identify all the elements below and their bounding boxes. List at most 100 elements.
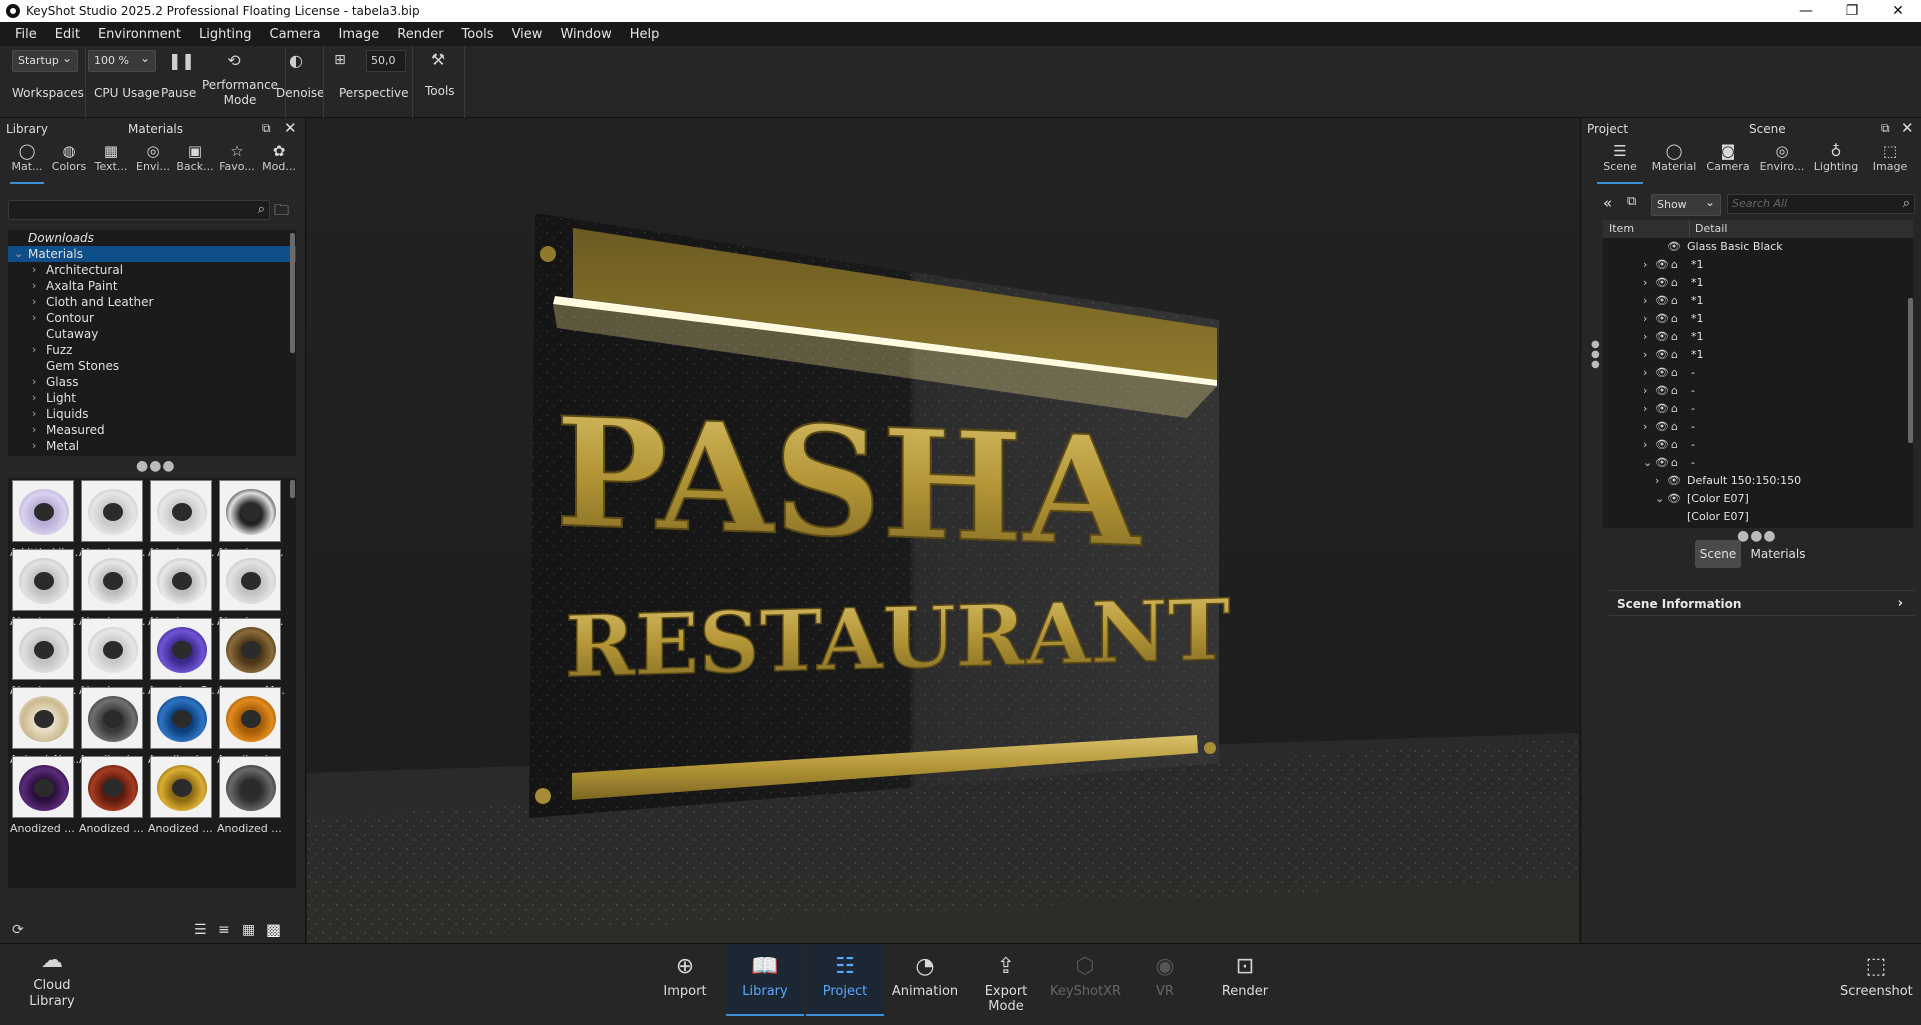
visibility-eye-icon[interactable]: 👁	[1655, 418, 1669, 436]
chevron-right-icon[interactable]: ›	[1643, 292, 1647, 310]
lock-icon[interactable]: ⌂	[1671, 328, 1678, 346]
maximize-icon[interactable]: ❐	[1829, 0, 1875, 22]
perspective-icon[interactable]: ⊞	[330, 50, 350, 70]
fov-input[interactable]: 50,0	[366, 50, 406, 72]
visibility-eye-icon[interactable]: 👁	[1655, 346, 1669, 364]
materials-toggle-button[interactable]: Materials	[1745, 540, 1811, 568]
render-button[interactable]: ⊡ Render	[1216, 944, 1274, 1016]
chevron-right-icon[interactable]: ›	[32, 278, 36, 294]
chevron-right-icon[interactable]: ›	[32, 374, 36, 390]
tools-icon[interactable]: ⚒	[428, 50, 448, 70]
panel-resize-handle[interactable]: ● ● ●	[1591, 340, 1600, 370]
visibility-eye-icon[interactable]: 👁	[1667, 490, 1681, 508]
chevron-right-icon[interactable]: ›	[32, 406, 36, 422]
cpu-usage-select[interactable]: 100 %	[88, 50, 156, 72]
chevron-right-icon[interactable]: ›	[32, 294, 36, 310]
scene-toggle-button[interactable]: Scene	[1695, 540, 1741, 568]
project-toggle-button[interactable]: ☷ Project	[806, 944, 884, 1016]
tab-backplates[interactable]: ▣ Back...	[174, 142, 216, 180]
scene-tree-row[interactable]: ⌄ 👁 ⌂ -	[1603, 454, 1913, 472]
library-tree-item[interactable]: › Contour	[8, 310, 296, 326]
menu-file[interactable]: File	[6, 27, 46, 42]
close-panel-icon[interactable]: ✕	[1901, 119, 1914, 137]
menu-view[interactable]: View	[503, 27, 552, 42]
import-button[interactable]: ⊕ Import	[654, 944, 716, 1016]
chevron-right-icon[interactable]: ›	[1643, 364, 1647, 382]
render-viewport[interactable]: PASHA RESTAURANT	[307, 118, 1579, 943]
chevron-down-icon[interactable]: ⌄	[1643, 454, 1652, 472]
column-item[interactable]: Item	[1609, 220, 1634, 238]
menu-lighting[interactable]: Lighting	[190, 27, 261, 42]
material-thumbnail[interactable]: Anodized ...	[77, 756, 147, 838]
scene-tree-row[interactable]: › 👁 ⌂ *1	[1603, 346, 1913, 364]
menu-help[interactable]: Help	[621, 27, 669, 42]
lock-icon[interactable]: ⌂	[1671, 382, 1678, 400]
lock-icon[interactable]: ⌂	[1671, 292, 1678, 310]
performance-mode-icon[interactable]: ⟲	[224, 51, 244, 71]
library-tree-item[interactable]: Cutaway	[8, 326, 296, 342]
lock-icon[interactable]: ⌂	[1671, 418, 1678, 436]
close-panel-icon[interactable]: ✕	[284, 119, 297, 137]
tab-environment[interactable]: ◎ Enviro...	[1755, 142, 1809, 180]
visibility-eye-icon[interactable]: 👁	[1655, 436, 1669, 454]
screenshot-button[interactable]: ⬚ Screenshot	[1840, 944, 1913, 1016]
keyshotxr-button[interactable]: ⬡ KeyShotXR	[1050, 944, 1121, 1016]
tab-environments[interactable]: ◎ Envi...	[132, 142, 174, 180]
collapse-all-icon[interactable]: «	[1603, 194, 1612, 212]
lock-icon[interactable]: ⌂	[1671, 436, 1678, 454]
visibility-eye-icon[interactable]: 👁	[1655, 454, 1669, 472]
tab-camera[interactable]: ◙ Camera	[1701, 142, 1755, 180]
scene-tree-scrollbar[interactable]	[1908, 298, 1913, 443]
grid-scrollbar[interactable]	[290, 480, 295, 498]
library-search-input[interactable]: ⌕	[8, 200, 270, 220]
menu-environment[interactable]: Environment	[89, 27, 190, 42]
chevron-right-icon[interactable]: ›	[1643, 256, 1647, 274]
folder-search-icon[interactable]: 🗀	[274, 200, 289, 225]
scene-tree-row[interactable]: › 👁 ⌂ -	[1603, 400, 1913, 418]
library-tree-item[interactable]: › Fuzz	[8, 342, 296, 358]
menu-camera[interactable]: Camera	[261, 27, 330, 42]
menu-tools[interactable]: Tools	[453, 27, 503, 42]
library-tree-item[interactable]: › Architectural	[8, 262, 296, 278]
scene-tree-row[interactable]: › 👁 ⌂ *1	[1603, 310, 1913, 328]
lock-icon[interactable]: ⌂	[1671, 400, 1678, 418]
library-toggle-button[interactable]: 📖 Library	[726, 944, 804, 1016]
visibility-eye-icon[interactable]: 👁	[1667, 238, 1681, 256]
menu-window[interactable]: Window	[551, 27, 620, 42]
chevron-right-icon[interactable]: ›	[32, 422, 36, 438]
vr-button[interactable]: ◉ VR	[1140, 944, 1190, 1016]
lock-icon[interactable]: ⌂	[1671, 310, 1678, 328]
undock-icon[interactable]: ⧉	[262, 121, 271, 136]
library-tree-item[interactable]: Gem Stones	[8, 358, 296, 374]
library-tree-item[interactable]: › Axalta Paint	[8, 278, 296, 294]
material-thumbnail[interactable]: Anodized ...	[8, 756, 78, 838]
grid-large-icon[interactable]: ▩	[266, 920, 281, 939]
export-mode-button[interactable]: ⇪ Export Mode	[966, 944, 1046, 1016]
menu-edit[interactable]: Edit	[46, 27, 89, 42]
library-tree-item[interactable]: › Light	[8, 390, 296, 406]
chevron-right-icon[interactable]: ›	[1643, 400, 1647, 418]
tree-scrollbar[interactable]	[290, 233, 295, 353]
lock-icon[interactable]: ⌂	[1671, 346, 1678, 364]
visibility-eye-icon[interactable]: 👁	[1655, 382, 1669, 400]
minimize-icon[interactable]: —	[1783, 0, 1829, 22]
pause-icon[interactable]: ❚❚	[168, 51, 195, 71]
scene-tree-row[interactable]: [Color E07]	[1603, 508, 1913, 526]
chevron-right-icon[interactable]: ›	[1643, 382, 1647, 400]
chevron-right-icon[interactable]: ›	[1643, 436, 1647, 454]
chevron-right-icon[interactable]: ›	[1643, 310, 1647, 328]
chevron-right-icon[interactable]: ›	[32, 262, 36, 278]
chevron-right-icon[interactable]: ›	[1643, 346, 1647, 364]
tab-favorites[interactable]: ☆ Favo...	[216, 142, 258, 180]
chevron-down-icon[interactable]: ⌄	[14, 246, 23, 262]
scene-tree-row[interactable]: › 👁 ⌂ -	[1603, 418, 1913, 436]
chevron-right-icon[interactable]: ›	[1643, 418, 1647, 436]
menu-render[interactable]: Render	[388, 27, 452, 42]
chevron-down-icon[interactable]: ⌄	[1655, 490, 1664, 508]
chevron-right-icon[interactable]: ›	[1643, 274, 1647, 292]
grid-small-icon[interactable]: ▦	[242, 922, 255, 938]
scene-tree-row[interactable]: › 👁 ⌂ -	[1603, 364, 1913, 382]
splitter-handle[interactable]: ●●●	[136, 458, 176, 474]
undock-icon[interactable]: ⧉	[1881, 121, 1890, 136]
chevron-right-icon[interactable]: ›	[32, 438, 36, 454]
